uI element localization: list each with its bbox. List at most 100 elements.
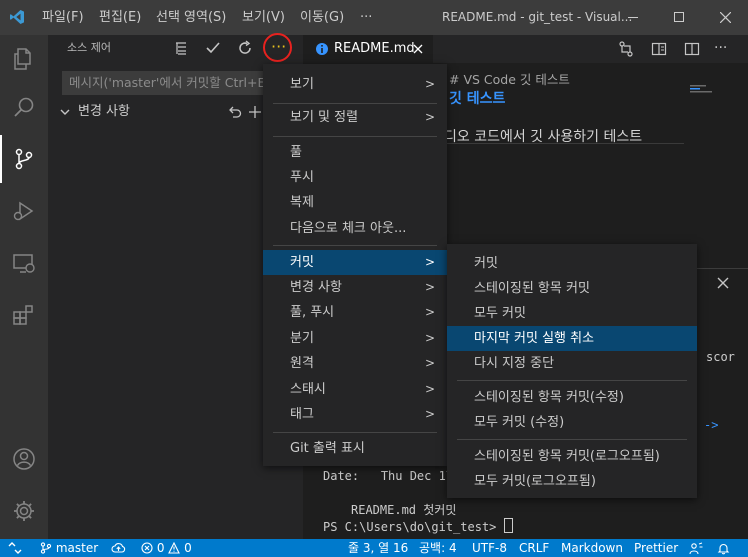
- manage-button[interactable]: [0, 487, 48, 535]
- open-preview-icon[interactable]: [651, 41, 667, 57]
- menu-item-push[interactable]: 푸시: [263, 165, 447, 190]
- remote-icon: [13, 254, 35, 273]
- submenu-item-commit-all-signoff-label: 모두 커밋(로그오프됨): [474, 474, 596, 489]
- commit-submenu: 커밋 스테이징된 항목 커밋 모두 커밋 마지막 커밋 실행 취소 다시 지정 …: [447, 244, 697, 498]
- run-debug-button[interactable]: [0, 187, 48, 235]
- chevron-right-icon: >: [425, 255, 436, 269]
- chevron-right-icon: >: [425, 280, 436, 294]
- terminal-date-value: Thu Dec 17: [380, 469, 454, 483]
- tab-close-icon[interactable]: [413, 44, 423, 54]
- submenu-item-abort-rebase[interactable]: 다시 지정 중단: [447, 351, 697, 376]
- warning-count: 0: [184, 541, 192, 555]
- commit-check-icon[interactable]: [204, 39, 222, 57]
- accounts-button[interactable]: [0, 435, 48, 483]
- remote-explorer-button[interactable]: [0, 239, 48, 287]
- terminal-prompt[interactable]: PS C:\Users\do\git_test>: [323, 518, 513, 534]
- encoding[interactable]: UTF-8: [472, 539, 507, 557]
- panel-close-icon[interactable]: [716, 276, 730, 290]
- terminal-date-line: Date: Thu Dec 17: [323, 469, 453, 483]
- submenu-item-commit-staged-amend[interactable]: 스테이징된 항목 커밋(수정): [447, 385, 697, 410]
- menu-item-view[interactable]: 보기 >: [263, 72, 447, 97]
- sidebar-title: 소스 제어: [67, 41, 111, 54]
- source-control-icon: [15, 148, 33, 170]
- discard-all-icon[interactable]: [228, 105, 242, 119]
- notifications-bell-icon[interactable]: [717, 542, 730, 555]
- remote-indicator-icon[interactable]: [8, 542, 22, 554]
- close-icon: [720, 12, 731, 23]
- minimize-icon: [628, 17, 638, 18]
- menu-item-tag-label: 태그: [290, 407, 314, 422]
- search-button[interactable]: [0, 83, 48, 131]
- menu-item-tag[interactable]: 태그 >: [263, 402, 447, 427]
- search-icon: [14, 97, 34, 117]
- refresh-icon[interactable]: [236, 39, 254, 57]
- submenu-item-commit-staged-signoff[interactable]: 스테이징된 항목 커밋(로그오프됨): [447, 444, 697, 469]
- menu-item-git-output[interactable]: Git 출력 표시: [263, 436, 447, 461]
- cursor-position[interactable]: 줄 3, 열 16: [348, 539, 408, 557]
- indentation[interactable]: 공백: 4: [419, 539, 457, 557]
- terminal-cursor: [503, 518, 513, 533]
- menu-go[interactable]: 이동(G): [300, 0, 344, 35]
- menu-item-view-sort[interactable]: 보기 및 정렬 >: [263, 105, 447, 130]
- branch-icon: [40, 542, 52, 554]
- menu-item-pull-push[interactable]: 풀, 푸시 >: [263, 300, 447, 325]
- menu-item-view-sort-label: 보기 및 정렬: [290, 110, 359, 125]
- menu-item-stash[interactable]: 스태시 >: [263, 377, 447, 402]
- open-changes-icon[interactable]: [618, 41, 634, 57]
- menu-more[interactable]: ···: [360, 0, 372, 35]
- submenu-item-commit-all-amend[interactable]: 모두 커밋 (수정): [447, 410, 697, 435]
- formatter[interactable]: Prettier: [634, 539, 678, 557]
- menu-separator: [457, 439, 687, 440]
- menu-edit[interactable]: 편집(E): [99, 0, 141, 35]
- chevron-right-icon: >: [425, 382, 436, 396]
- menu-selection[interactable]: 선택 영역(S): [156, 0, 226, 35]
- menu-item-clone-label: 복제: [290, 195, 314, 210]
- end-of-line[interactable]: CRLF: [519, 539, 549, 557]
- menu-item-pull[interactable]: 풀: [263, 140, 447, 165]
- split-editor-icon[interactable]: [684, 41, 700, 57]
- menu-item-checkout-label: 다음으로 체크 아웃...: [290, 221, 407, 236]
- menu-item-checkout[interactable]: 다음으로 체크 아웃...: [263, 216, 447, 241]
- submenu-item-commit-all-signoff[interactable]: 모두 커밋(로그오프됨): [447, 469, 697, 494]
- view-as-tree-icon[interactable]: [172, 39, 190, 57]
- menu-item-changes[interactable]: 변경 사항 >: [263, 275, 447, 300]
- explorer-button[interactable]: [0, 35, 48, 83]
- changes-label: 변경 사항: [78, 104, 130, 119]
- editor-line-1: # VS Code 깃 테스트: [449, 72, 570, 87]
- menu-item-commit[interactable]: 커밋 >: [263, 250, 447, 275]
- chevron-right-icon: >: [425, 407, 436, 421]
- feedback-icon[interactable]: [689, 542, 703, 555]
- submenu-item-undo-last-commit[interactable]: 마지막 커밋 실행 취소: [447, 326, 697, 351]
- submenu-item-commit-staged[interactable]: 스테이징된 항목 커밋: [447, 276, 697, 301]
- close-window-button[interactable]: [702, 0, 748, 35]
- menu-item-changes-label: 변경 사항: [290, 280, 342, 295]
- stage-all-icon[interactable]: [248, 105, 262, 119]
- terminal-text-scor: scor: [706, 350, 735, 364]
- editor-more-actions-button[interactable]: ···: [714, 40, 727, 56]
- branch-name: master: [55, 541, 99, 555]
- error-icon: [141, 542, 153, 554]
- maximize-button[interactable]: [656, 0, 702, 35]
- minimize-button[interactable]: [610, 0, 656, 35]
- source-control-button[interactable]: [0, 135, 48, 183]
- terminal-commit-message: README.md 첫커밋: [351, 503, 457, 517]
- submenu-item-commit-label: 커밋: [474, 256, 498, 271]
- language-mode[interactable]: Markdown: [561, 539, 623, 557]
- chevron-down-icon: [60, 109, 70, 115]
- minimap[interactable]: [690, 85, 730, 93]
- menu-item-clone[interactable]: 복제: [263, 190, 447, 215]
- menu-item-commit-label: 커밋: [290, 255, 314, 270]
- submenu-item-commit[interactable]: 커밋: [447, 251, 697, 276]
- menu-view[interactable]: 보기(V): [242, 0, 285, 35]
- sync-cloud-icon[interactable]: [111, 542, 126, 554]
- extensions-button[interactable]: [0, 291, 48, 339]
- menu-file[interactable]: 파일(F): [42, 0, 84, 35]
- branch-indicator[interactable]: master: [40, 539, 98, 557]
- menu-item-branch[interactable]: 분기 >: [263, 326, 447, 351]
- submenu-item-commit-all[interactable]: 모두 커밋: [447, 301, 697, 326]
- menu-separator: [457, 380, 687, 381]
- submenu-item-abort-rebase-label: 다시 지정 중단: [474, 356, 555, 371]
- menu-item-remote[interactable]: 원격 >: [263, 351, 447, 376]
- chevron-right-icon: >: [425, 110, 436, 124]
- problems-indicator[interactable]: 0 0: [141, 539, 192, 557]
